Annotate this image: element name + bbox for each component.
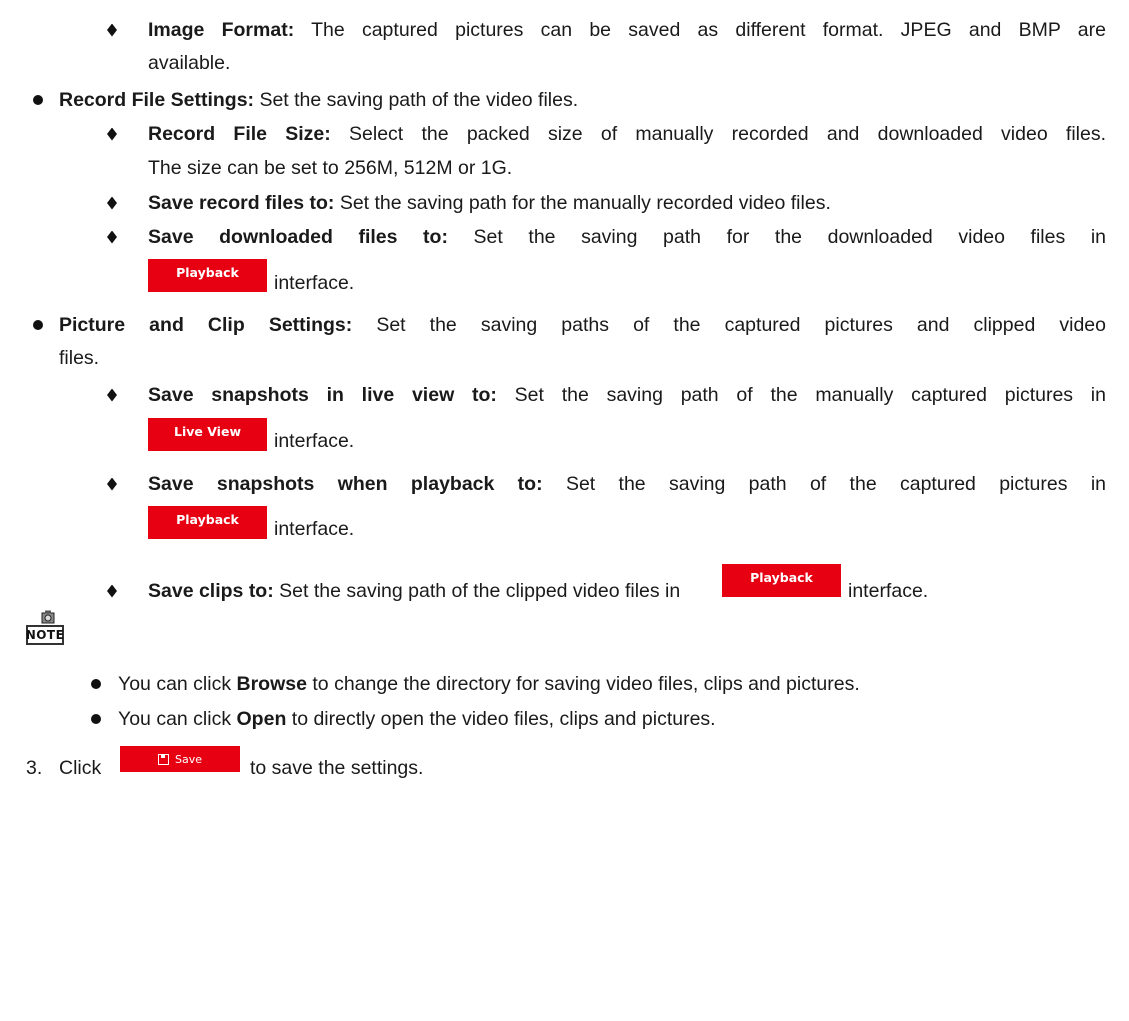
playback-button[interactable]: Playback xyxy=(722,564,841,597)
diamond-bullet-icon xyxy=(100,471,124,497)
image-format-term: Image Format: xyxy=(148,19,295,41)
playback-button[interactable]: Playback xyxy=(148,259,267,292)
interface-text: interface. xyxy=(274,430,355,452)
interface-text: interface. xyxy=(274,272,355,294)
floppy-disk-icon xyxy=(157,753,169,765)
diamond-bullet-icon xyxy=(100,382,124,408)
save-record-files-term: Save record files to: xyxy=(148,192,335,214)
record-file-size-term: Record File Size: xyxy=(148,123,331,145)
dot-bullet-icon xyxy=(26,312,50,338)
step-number: 3. xyxy=(26,757,43,779)
playback-button[interactable]: Playback xyxy=(148,506,267,539)
snapshots-live-term: Save snapshots in live view to: xyxy=(148,384,497,406)
camera-icon xyxy=(41,610,55,624)
diamond-bullet-icon xyxy=(100,17,124,43)
save-clips-line: Save clips to: Set the saving path of th… xyxy=(148,580,681,602)
dot-bullet-icon xyxy=(26,87,50,113)
save-button-label: Save xyxy=(174,752,202,766)
record-file-settings-term: Record File Settings: xyxy=(59,89,255,111)
note-camera-icon: NOTE xyxy=(26,610,66,648)
diamond-bullet-icon xyxy=(100,578,124,604)
interface-text: interface. xyxy=(848,580,929,602)
save-downloaded-files-line1: Save downloaded files to: Set the saving… xyxy=(148,226,1106,248)
diamond-bullet-icon xyxy=(100,190,124,216)
image-format-line1: Image Format: The captured pictures can … xyxy=(148,19,1106,41)
dot-bullet-icon xyxy=(84,671,108,697)
snapshots-playback-term: Save snapshots when playback to: xyxy=(148,473,543,495)
live-view-button[interactable]: Live View xyxy=(148,418,267,451)
note-item-browse: You can click Browse to change the direc… xyxy=(118,673,860,695)
step-save-text: to save the settings. xyxy=(250,757,424,779)
interface-text: interface. xyxy=(274,518,355,540)
save-button[interactable]: Save xyxy=(120,746,240,772)
manual-page: Image Format: The captured pictures can … xyxy=(0,0,1129,1021)
diamond-bullet-icon xyxy=(100,121,124,147)
diamond-bullet-icon xyxy=(100,224,124,250)
image-format-line2: available. xyxy=(148,52,231,74)
picture-clip-settings-line2: files. xyxy=(59,347,100,369)
picture-clip-settings-term: Picture and Clip Settings: xyxy=(59,314,353,336)
save-downloaded-files-term: Save downloaded files to: xyxy=(148,226,448,248)
snapshots-playback-line1: Save snapshots when playback to: Set the… xyxy=(148,473,1106,495)
dot-bullet-icon xyxy=(84,706,108,732)
snapshots-live-line1: Save snapshots in live view to: Set the … xyxy=(148,384,1106,406)
step-click-text: Click xyxy=(59,757,102,779)
note-item-open: You can click Open to directly open the … xyxy=(118,708,716,730)
save-record-files-line: Save record files to: Set the saving pat… xyxy=(148,192,831,214)
record-file-settings-line: Record File Settings: Set the saving pat… xyxy=(59,89,579,111)
record-file-size-line1: Record File Size: Select the packed size… xyxy=(148,123,1106,145)
picture-clip-settings-line1: Picture and Clip Settings: Set the savin… xyxy=(59,314,1106,336)
record-file-size-line2: The size can be set to 256M, 512M or 1G. xyxy=(148,157,513,179)
note-label: NOTE xyxy=(26,625,64,645)
save-clips-term: Save clips to: xyxy=(148,580,274,602)
